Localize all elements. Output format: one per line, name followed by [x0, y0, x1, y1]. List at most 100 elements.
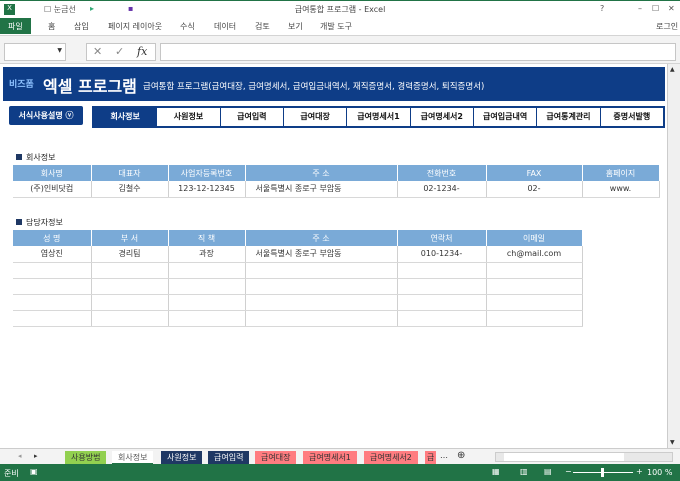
- banner-title: 엑셀 프로그램: [43, 77, 137, 96]
- header-email: 이메일: [486, 230, 583, 246]
- tab-home[interactable]: 홈: [48, 21, 55, 32]
- title-bar: X ☐ 눈금선 ▸ ▪ 급여통합 프로그램 - Excel ? – ☐ ✕: [0, 0, 680, 18]
- header-fax: FAX: [486, 165, 583, 181]
- sheet-tab-payslip-2[interactable]: 급여명세서2: [364, 451, 418, 465]
- nav-employee-info[interactable]: 사원정보: [157, 108, 220, 126]
- table-header-row: 성 명 부 서 직 책 주 소 연락처 이메일: [13, 230, 583, 246]
- cell-homepage[interactable]: www.: [582, 181, 660, 198]
- zoom-out-icon[interactable]: −: [565, 467, 572, 476]
- header-address: 주 소: [245, 230, 398, 246]
- scroll-thumb[interactable]: [504, 453, 624, 461]
- nav-certificates[interactable]: 증명서발행: [600, 108, 663, 126]
- status-bar: 준비 ▣ ▦ ▥ ▤ − + 100 %: [0, 464, 680, 481]
- tab-scroll-right-icon[interactable]: ▸: [34, 452, 38, 460]
- zoom-slider[interactable]: [573, 468, 633, 477]
- cell-address[interactable]: 서울특별시 종로구 부암동: [245, 181, 398, 198]
- nav-payroll-ledger[interactable]: 급여대장: [283, 108, 347, 126]
- header-business-number: 사업자등록번호: [168, 165, 246, 181]
- macro-record-icon[interactable]: ▣: [30, 467, 38, 476]
- normal-view-icon[interactable]: ▦: [492, 467, 500, 476]
- cell-company-name[interactable]: (주)인비닷컴: [13, 181, 92, 198]
- cell-business-number[interactable]: 123-12-12345: [168, 181, 246, 198]
- function-icon[interactable]: fx: [137, 45, 147, 58]
- tab-review[interactable]: 검토: [255, 21, 270, 32]
- contact-section-title: 담당자정보: [16, 217, 63, 228]
- header-department: 부 서: [91, 230, 169, 246]
- nav-payslip-1[interactable]: 급여명세서1: [347, 108, 410, 126]
- nav-statistics[interactable]: 급여통계관리: [537, 108, 600, 126]
- nav-payslip-2[interactable]: 급여명세서2: [410, 108, 473, 126]
- nav-deposit-history[interactable]: 급여입금내역: [473, 108, 537, 126]
- header-homepage: 홈페이지: [582, 165, 660, 181]
- vertical-scrollbar[interactable]: ▲ ▼: [667, 64, 680, 448]
- tab-file[interactable]: 파일: [0, 18, 31, 34]
- tab-insert[interactable]: 삽입: [74, 21, 89, 32]
- login-link[interactable]: 로그인: [656, 21, 678, 32]
- tab-page-layout[interactable]: 페이지 레이아웃: [108, 21, 162, 32]
- status-ready: 준비: [4, 469, 19, 478]
- empty-row[interactable]: [13, 310, 583, 327]
- program-nav: 회사정보 사원정보 급여입력 급여대장 급여명세서1 급여명세서2 급여입금내역…: [92, 106, 665, 128]
- company-section-title: 회사정보: [16, 152, 55, 163]
- name-box[interactable]: ▼: [4, 43, 66, 61]
- tab-view[interactable]: 보기: [288, 21, 303, 32]
- help-button[interactable]: ?: [600, 4, 604, 13]
- table-header-row: 회사명 대표자 사업자등록번호 주 소 전화번호 FAX 홈페이지: [13, 165, 660, 181]
- cell-contact[interactable]: 010-1234-: [397, 246, 487, 263]
- header-address: 주 소: [245, 165, 398, 181]
- maximize-button[interactable]: ☐: [652, 4, 659, 13]
- cell-ceo[interactable]: 김철수: [91, 181, 169, 198]
- chevron-down-icon: ▼: [57, 47, 62, 54]
- header-phone: 전화번호: [397, 165, 487, 181]
- sheet-tab-salary-input[interactable]: 급여입력: [208, 451, 250, 465]
- sheet-tab-usage[interactable]: 사용방법: [65, 451, 107, 465]
- cell-phone[interactable]: 02-1234-: [397, 181, 487, 198]
- header-company-name: 회사명: [13, 165, 92, 181]
- banner-subtitle: 급여통합 프로그램(급여대장, 급여명세서, 급여입금내역서, 재직증명서, 경…: [143, 82, 485, 92]
- tab-formulas[interactable]: 수식: [180, 21, 195, 32]
- ribbon-tabs: 파일 홈 삽입 페이지 레이아웃 수식 데이터 검토 보기 개발 도구 로그인: [0, 18, 680, 36]
- cell-email[interactable]: ch@mail.com: [486, 246, 583, 263]
- sheet-tab-payslip-1[interactable]: 급여명세서1: [303, 451, 357, 465]
- page-break-view-icon[interactable]: ▤: [544, 467, 552, 476]
- minimize-button[interactable]: –: [638, 4, 642, 13]
- sheet-tab-payroll-ledger[interactable]: 급여대장: [255, 451, 297, 465]
- nav-salary-input[interactable]: 급여입력: [220, 108, 283, 126]
- cell-fax[interactable]: 02-: [486, 181, 583, 198]
- table-row: 염상진 경리팀 과장 서울특별시 종로구 부암동 010-1234- ch@ma…: [13, 246, 583, 263]
- tab-developer[interactable]: 개발 도구: [320, 21, 352, 32]
- cell-department[interactable]: 경리팀: [91, 246, 169, 263]
- sheet-tab-employee-info[interactable]: 사원정보: [161, 451, 203, 465]
- horizontal-scrollbar[interactable]: [495, 452, 673, 462]
- scroll-up-icon[interactable]: ▲: [670, 66, 675, 73]
- empty-row[interactable]: [13, 262, 583, 279]
- nav-company-info[interactable]: 회사정보: [94, 108, 157, 126]
- zoom-level[interactable]: 100 %: [647, 468, 672, 477]
- tab-scroll-left-icon[interactable]: ◂: [18, 452, 22, 460]
- usage-guide-button[interactable]: 서식사용설명 ⓥ: [9, 106, 83, 125]
- more-tabs-icon[interactable]: …: [440, 451, 448, 460]
- zoom-slider-handle[interactable]: [601, 468, 604, 477]
- cell-address[interactable]: 서울특별시 종로구 부암동: [245, 246, 398, 263]
- cell-name[interactable]: 염상진: [13, 246, 92, 263]
- header-position: 직 책: [168, 230, 246, 246]
- page-layout-view-icon[interactable]: ▥: [520, 467, 528, 476]
- formula-input[interactable]: [160, 43, 676, 61]
- tab-data[interactable]: 데이터: [214, 21, 236, 32]
- formula-bar-area: ▼ ✕ ✓ fx: [0, 36, 680, 64]
- contact-table: 성 명 부 서 직 책 주 소 연락처 이메일 염상진 경리팀 과장 서울특별시…: [13, 230, 583, 327]
- scroll-down-icon[interactable]: ▼: [670, 439, 675, 446]
- empty-row[interactable]: [13, 278, 583, 295]
- sheet-tab-bar: ◂ ▸ 사용방법 회사정보 사원정보 급여입력 급여대장 급여명세서1 급여명세…: [0, 448, 680, 465]
- header-contact: 연락처: [397, 230, 487, 246]
- close-button[interactable]: ✕: [668, 4, 675, 13]
- sheet-tab-more[interactable]: 급: [425, 451, 437, 465]
- empty-row[interactable]: [13, 294, 583, 311]
- cell-position[interactable]: 과장: [168, 246, 246, 263]
- zoom-in-icon[interactable]: +: [636, 467, 643, 476]
- sheet-tab-company-info[interactable]: 회사정보: [112, 451, 154, 465]
- add-sheet-icon[interactable]: ⊕: [457, 450, 465, 461]
- cancel-icon[interactable]: ✕: [93, 45, 102, 58]
- enter-icon[interactable]: ✓: [115, 45, 124, 58]
- header-ceo: 대표자: [91, 165, 169, 181]
